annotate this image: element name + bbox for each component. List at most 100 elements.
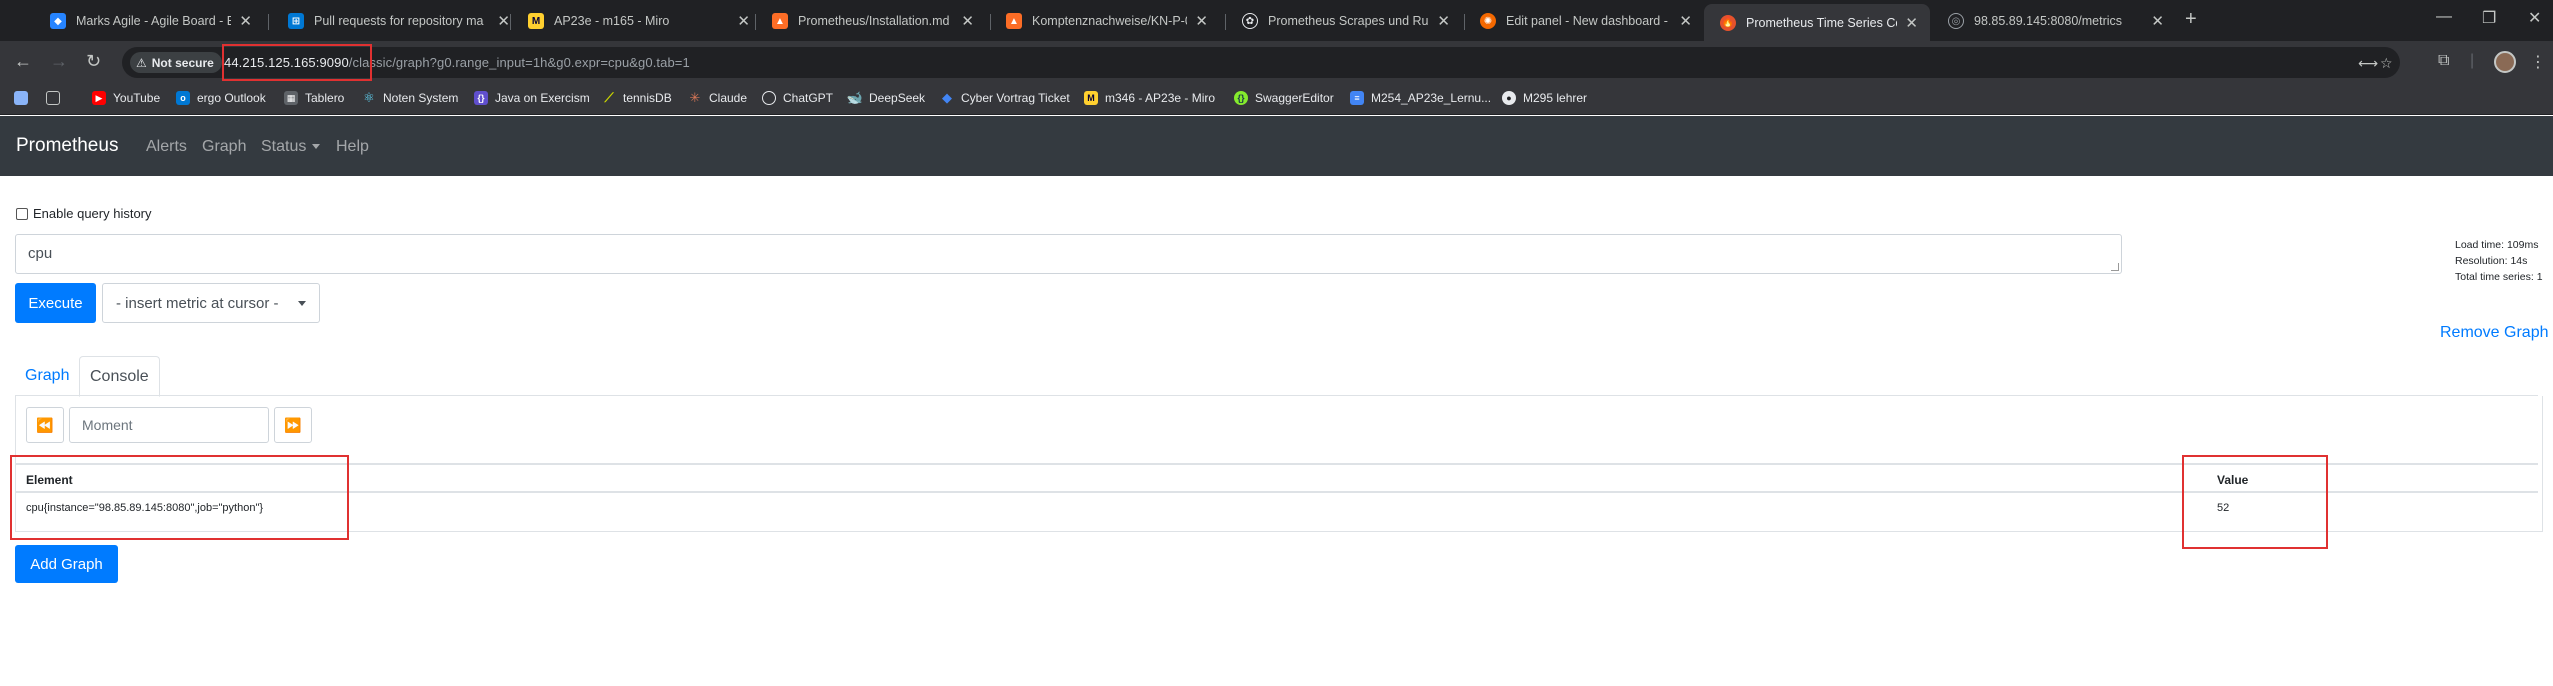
browser-tab[interactable]: ▲ Prometheus/Installation.md · m ✕ — [756, 6, 986, 36]
forward-icon[interactable]: → — [50, 51, 68, 72]
tab-console[interactable]: Console — [79, 356, 160, 397]
query-history-checkbox[interactable] — [16, 207, 28, 220]
nav-graph[interactable]: Graph — [202, 138, 246, 156]
bookmark-miro-m346[interactable]: Mm346 - AP23e - Miro — [1084, 91, 1215, 105]
jira-icon: ◆ — [50, 13, 66, 29]
execute-button[interactable]: Execute — [15, 283, 96, 323]
query-stats: Load time: 109ms Resolution: 14s Total t… — [2455, 237, 2543, 285]
highlight-box-url — [222, 44, 372, 81]
translate-icon[interactable]: ⟷ — [2358, 55, 2378, 72]
chatgpt-icon: ✿ — [1242, 13, 1258, 29]
moment-input[interactable]: Moment — [69, 407, 269, 443]
profile-avatar[interactable] — [2494, 51, 2516, 73]
add-graph-button[interactable]: Add Graph — [15, 545, 118, 583]
step-back-button[interactable]: ⏪ — [26, 407, 64, 443]
fast-forward-icon: ⏩ — [284, 416, 302, 433]
browser-tab[interactable]: ✿ Prometheus Scrapes und Rules ✕ — [1226, 6, 1462, 36]
close-tab-icon[interactable]: ✕ — [1437, 12, 1450, 30]
resize-handle-icon[interactable] — [2111, 263, 2119, 271]
bookmark-chatgpt[interactable]: ChatGPT — [762, 91, 833, 105]
remove-graph-link[interactable]: Remove Graph — [2440, 324, 2549, 342]
browser-tab[interactable]: ⊞ Pull requests for repository ma ✕ — [272, 6, 522, 36]
gitlab-icon: ▲ — [772, 13, 788, 29]
query-history-toggle[interactable]: Enable query history — [16, 206, 152, 221]
warning-icon: ⚠ — [136, 55, 147, 70]
nav-help[interactable]: Help — [336, 138, 369, 156]
youtube-icon: ▶ — [92, 91, 106, 105]
close-tab-icon[interactable]: ✕ — [2151, 12, 2164, 30]
bookmark-exercism[interactable]: {} Java on Exercism — [474, 91, 590, 105]
ticket-icon: ◆ — [942, 90, 952, 105]
highlight-box-value — [2182, 455, 2328, 549]
gitlab-icon: ▲ — [1006, 13, 1022, 29]
bookmark-m254[interactable]: ≡ M254_AP23e_Lernu... — [1350, 91, 1491, 105]
bookmark-swagger[interactable]: {} SwaggerEditor — [1234, 91, 1334, 105]
bookmark-cyber-vortrag[interactable]: ◆ Cyber Vortrag Ticket — [940, 90, 1070, 105]
close-tab-icon[interactable]: ✕ — [961, 12, 974, 30]
grafana-icon: ✺ — [1480, 13, 1496, 29]
bookmark-noten-system[interactable]: ⚛ Noten System — [362, 90, 458, 105]
browser-tab[interactable]: ✺ Edit panel - New dashboard - D ✕ — [1464, 6, 1704, 36]
table-header: Element Value — [16, 463, 2538, 493]
docs-icon: ≡ — [1350, 91, 1364, 105]
prometheus-navbar: Prometheus Alerts Graph Status Help — [0, 116, 2553, 176]
nav-status[interactable]: Status — [261, 138, 321, 156]
step-forward-button[interactable]: ⏩ — [274, 407, 312, 443]
apps-icon[interactable] — [14, 91, 28, 105]
outlook-icon: o — [176, 91, 190, 105]
close-tab-icon[interactable]: ✕ — [497, 12, 510, 30]
reload-icon[interactable]: ↻ — [86, 51, 101, 72]
bookmark-youtube[interactable]: ▶ YouTube — [92, 91, 160, 105]
table-row: cpu{instance="98.85.89.145:8080",job="py… — [16, 493, 2538, 526]
resolution: Resolution: 14s — [2455, 255, 2528, 267]
panel-tabs: Graph Console — [15, 356, 2538, 397]
browser-tab-active[interactable]: 🔥 Prometheus Time Series Collect ✕ — [1704, 4, 1930, 41]
metric-select[interactable]: - insert metric at cursor - — [102, 283, 320, 323]
expression-input[interactable]: cpu — [15, 234, 2122, 274]
restore-icon[interactable]: ❐ — [2482, 8, 2496, 28]
close-tab-icon[interactable]: ✕ — [737, 12, 750, 30]
browser-tab[interactable]: ◎ 98.85.89.145:8080/metrics ✕ — [1932, 6, 2176, 36]
minimize-icon[interactable]: — — [2436, 8, 2452, 26]
tab-graph[interactable]: Graph — [15, 356, 79, 396]
divider: | — [2470, 52, 2475, 69]
close-tab-icon[interactable]: ✕ — [1195, 12, 1208, 30]
bookmark-m295[interactable]: ● M295 lehrer — [1502, 91, 1587, 105]
bookmark-outlook[interactable]: o ergo Outlook — [176, 91, 266, 105]
close-tab-icon[interactable]: ✕ — [239, 12, 252, 30]
bookmark-tennisdb[interactable]: ⟋ tennisDB — [602, 90, 671, 105]
swagger-icon: {} — [1234, 91, 1248, 105]
tablero-icon: ▦ — [284, 91, 298, 105]
total-time-series: Total time series: 1 — [2455, 271, 2543, 283]
browser-tab-strip: ◆ Marks Agile - Agile Board - Erg ✕ ⊞ Pu… — [0, 0, 2553, 41]
github-icon: ● — [1502, 91, 1516, 105]
close-tab-icon[interactable]: ✕ — [1679, 12, 1692, 30]
bookmark-claude[interactable]: ✳ Claude — [688, 90, 747, 105]
bookmark-tablero[interactable]: ▦ Tablero — [284, 91, 344, 105]
highlight-box-element — [10, 455, 349, 540]
browser-tab[interactable]: M AP23e - m165 - Miro ✕ — [512, 6, 762, 36]
exercism-icon: {} — [474, 91, 488, 105]
close-window-icon[interactable]: ✕ — [2528, 8, 2541, 28]
new-tab-icon[interactable]: + — [2185, 8, 2197, 31]
close-tab-icon[interactable]: ✕ — [1905, 14, 1918, 32]
browser-tab[interactable]: ▲ Komptenznachweise/KN-P-02.m ✕ — [990, 6, 1220, 36]
chatgpt-icon — [762, 91, 776, 105]
menu-kebab-icon[interactable]: ⋮ — [2530, 52, 2546, 72]
results-table: Element Value cpu{instance="98.85.89.145… — [16, 463, 2538, 526]
load-time: Load time: 109ms — [2455, 239, 2539, 251]
rewind-icon: ⏪ — [36, 416, 54, 433]
prometheus-brand[interactable]: Prometheus — [16, 135, 118, 157]
back-icon[interactable]: ← — [14, 51, 32, 72]
nav-alerts[interactable]: Alerts — [146, 138, 187, 156]
grid-icon[interactable] — [46, 91, 60, 105]
security-chip[interactable]: ⚠ Not secure — [130, 52, 222, 73]
extensions-icon[interactable]: ⧉ — [2438, 52, 2449, 70]
react-icon: ⚛ — [363, 90, 375, 105]
deepseek-icon: 🐋 — [846, 90, 864, 105]
bookmark-star-icon[interactable]: ☆ — [2380, 55, 2393, 72]
miro-icon: M — [1084, 91, 1098, 105]
browser-tab[interactable]: ◆ Marks Agile - Agile Board - Erg ✕ — [34, 6, 264, 36]
bookmark-deepseek[interactable]: 🐋 DeepSeek — [846, 90, 925, 105]
address-bar[interactable]: ⚠ Not secure 44.215.125.165:9090/classic… — [122, 47, 2400, 78]
